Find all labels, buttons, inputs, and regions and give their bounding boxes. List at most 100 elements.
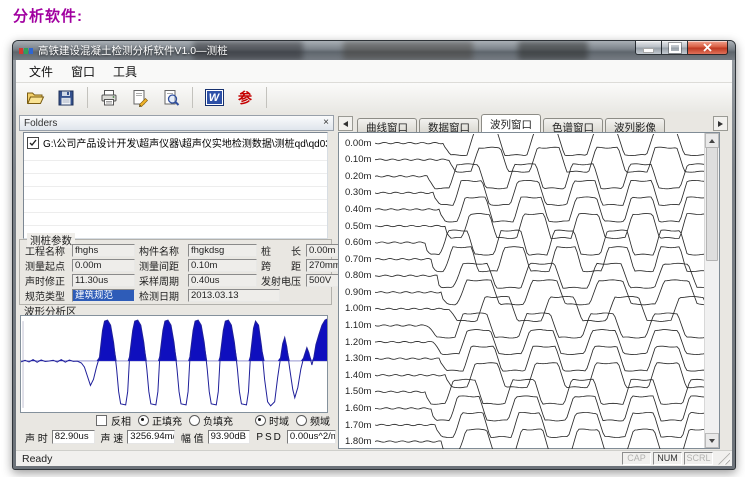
wavetrain-traces xyxy=(375,134,708,449)
field-label: 工程名称 xyxy=(25,243,72,258)
list-row-divider xyxy=(24,173,327,174)
save-button[interactable] xyxy=(53,85,79,111)
tab-wavetrain-window[interactable]: 波列窗口 xyxy=(481,114,541,132)
tab-scroll-left-button[interactable] xyxy=(338,116,353,131)
scroll-down-button[interactable] xyxy=(705,433,719,448)
field-value: 0.40us xyxy=(188,274,257,287)
right-panel: 曲线窗口数据窗口波列窗口色谱窗口波列影像 0.00m0.10m0.20m0.30… xyxy=(338,112,728,451)
caps-lock-indicator: CAP xyxy=(622,452,651,465)
wavetrain-trace xyxy=(375,147,707,172)
printer-icon xyxy=(99,88,119,108)
readout-field[interactable]: 93.90dB xyxy=(208,430,251,444)
screenshot-root: 分析软件: 高铁建设混凝土检测分析软件V1.0—测桩 文件 窗口 工具 xyxy=(0,0,745,477)
status-bar: Ready CAP NUM SCRL xyxy=(16,450,732,466)
folders-list[interactable]: G:\公司产品设计开发\超声仪器\超声仪实地检测数据\测桩qd\qd03\qd0… xyxy=(23,132,328,239)
depth-label: 1.40m xyxy=(345,370,371,381)
wavetrain-trace xyxy=(375,363,707,388)
folders-close-icon[interactable]: × xyxy=(323,118,329,128)
radio-frequency-domain[interactable]: 频域 xyxy=(296,413,330,428)
print-preview-button[interactable] xyxy=(158,85,184,111)
radio-time-domain[interactable]: 时域 xyxy=(255,413,289,428)
param-row: 工程名称fhghs构件名称fhgkdsg桩 长0.00m xyxy=(25,244,328,257)
word-export-button[interactable]: W xyxy=(201,85,227,111)
wavetrain-trace xyxy=(375,379,707,404)
wavetrain-trace xyxy=(375,263,707,288)
field-label: 跨 距 xyxy=(261,258,306,273)
titlebar-glass-decoration xyxy=(518,41,588,60)
open-button[interactable] xyxy=(22,85,48,111)
tab-spectrum-window[interactable]: 色谱窗口 xyxy=(543,118,603,132)
depth-label: 0.50m xyxy=(345,221,371,232)
field-label: 发射电压 xyxy=(261,273,306,288)
readout-field[interactable]: 3256.94m/s xyxy=(127,430,175,444)
depth-label: 0.60m xyxy=(345,237,371,248)
folder-item[interactable]: G:\公司产品设计开发\超声仪器\超声仪实地检测数据\测桩qd\qd03\qd0… xyxy=(24,133,327,152)
param-row: 测量起点0.00m测量间距0.10m跨 距270mm xyxy=(25,259,328,272)
readout-field[interactable]: 82.90us xyxy=(52,430,95,444)
radio-negative-fill[interactable]: 负填充 xyxy=(189,413,233,428)
tab-data-window[interactable]: 数据窗口 xyxy=(419,118,479,132)
list-row-divider xyxy=(24,186,327,187)
menu-tools[interactable]: 工具 xyxy=(104,61,146,82)
radio-label: 频域 xyxy=(310,413,330,428)
menu-file[interactable]: 文件 xyxy=(20,61,62,82)
depth-label: 1.50m xyxy=(345,386,371,397)
status-indicators: CAP NUM SCRL xyxy=(622,452,730,465)
checkbox-checked-icon[interactable] xyxy=(27,137,39,149)
param-row: 声时修正11.30us采样周期0.40us发射电压500V xyxy=(25,274,328,287)
readout-label: 声 速 xyxy=(101,430,124,445)
minimize-button[interactable] xyxy=(635,41,662,55)
tab-scroll-right-button[interactable] xyxy=(713,116,728,131)
page-magnifier-icon xyxy=(161,88,181,108)
scroll-up-button[interactable] xyxy=(705,133,719,148)
field-label: 构件名称 xyxy=(139,243,188,258)
radio-icon xyxy=(296,415,307,426)
menu-window[interactable]: 窗口 xyxy=(62,61,104,82)
resize-grip[interactable] xyxy=(718,453,730,465)
depth-label: 1.10m xyxy=(345,320,371,331)
page-heading: 分析软件: xyxy=(13,5,83,26)
depth-label: 1.00m xyxy=(345,303,371,314)
list-row-divider xyxy=(24,160,327,161)
report-button[interactable] xyxy=(127,85,153,111)
wavetrain-trace xyxy=(375,214,707,239)
maximize-button[interactable] xyxy=(662,41,688,55)
scroll-lock-indicator: SCRL xyxy=(684,452,713,465)
field-value: 0.10m xyxy=(188,259,257,272)
depth-label: 1.70m xyxy=(345,420,371,431)
field-label: 规范类型 xyxy=(25,288,72,303)
chevron-left-icon xyxy=(343,121,348,127)
wavetrain-trace xyxy=(375,313,707,338)
tab-wavetrain-image[interactable]: 波列影像 xyxy=(605,118,665,132)
print-button[interactable] xyxy=(96,85,122,111)
wavetrain-trace xyxy=(375,330,707,355)
arrow-down-icon xyxy=(709,439,715,443)
parameter-button[interactable]: 参 xyxy=(232,85,258,111)
readout-label: 幅 值 xyxy=(181,430,204,445)
field-label: 测量起点 xyxy=(25,258,72,273)
waveform-controls: 反相 正填充负填充 时域频域 xyxy=(96,414,336,427)
readout-field[interactable]: 0.00us^2/m xyxy=(287,430,336,444)
vertical-scrollbar[interactable] xyxy=(704,133,719,448)
depth-label: 0.40m xyxy=(345,204,371,215)
titlebar-glass-decoration xyxy=(343,41,473,60)
radio-label: 正填充 xyxy=(152,413,182,428)
waveform-plot[interactable] xyxy=(20,315,328,413)
scrollbar-thumb[interactable] xyxy=(706,147,718,261)
invert-checkbox[interactable] xyxy=(96,415,107,426)
toolbar: W 参 xyxy=(16,83,732,113)
chevron-right-icon xyxy=(718,121,723,127)
wavetrain-trace xyxy=(375,164,707,189)
toolbar-separator xyxy=(266,87,267,108)
analysis-waveform xyxy=(21,316,327,412)
tab-curve-window[interactable]: 曲线窗口 xyxy=(357,118,417,132)
radio-label: 负填充 xyxy=(203,413,233,428)
pile-params-group: 测桩参数 工程名称fhghs构件名称fhgkdsg桩 长0.00m测量起点0.0… xyxy=(19,239,332,305)
close-button[interactable] xyxy=(688,41,728,55)
folder-item-label: G:\公司产品设计开发\超声仪器\超声仪实地检测数据\测桩qd\qd03\qd0… xyxy=(43,135,327,150)
list-row-divider xyxy=(24,212,327,213)
wavetrain-panel[interactable]: 0.00m0.10m0.20m0.30m0.40m0.50m0.60m0.70m… xyxy=(338,132,720,449)
window-controls xyxy=(635,41,728,55)
titlebar[interactable]: 高铁建设混凝土检测分析软件V1.0—测桩 xyxy=(13,41,735,60)
radio-positive-fill[interactable]: 正填充 xyxy=(138,413,182,428)
